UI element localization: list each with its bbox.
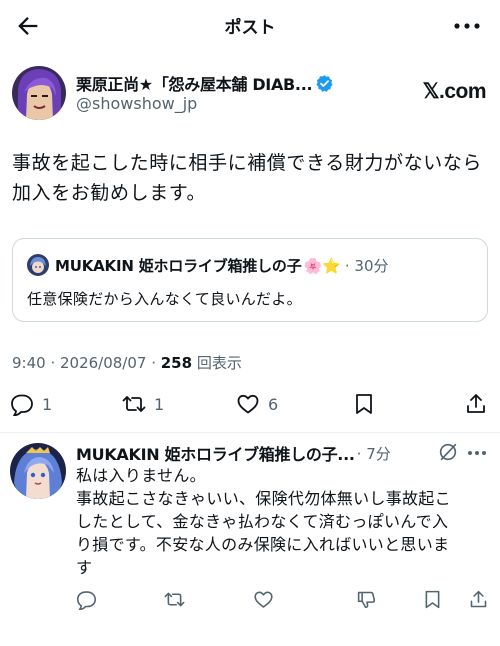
reply-avatar[interactable] bbox=[10, 443, 66, 499]
more-options-icon[interactable] bbox=[452, 12, 482, 40]
reply-text-line: 私は入りません。 bbox=[76, 466, 206, 485]
reply-text-line: したとして、金なきゃ払わなくて済むっぽいんで入 bbox=[76, 512, 449, 531]
author-avatar[interactable] bbox=[12, 66, 66, 120]
heart-icon bbox=[237, 394, 259, 414]
reply-bookmark-button[interactable] bbox=[422, 589, 443, 614]
post-text-line: 加入をお勧めします。 bbox=[12, 182, 207, 204]
bookmark-icon bbox=[356, 394, 372, 414]
reply-action-bar bbox=[0, 589, 500, 615]
share-button[interactable] bbox=[464, 388, 488, 420]
repost-icon bbox=[122, 396, 146, 412]
share-icon bbox=[470, 590, 487, 608]
reply-more-icon[interactable] bbox=[466, 445, 488, 461]
post-author: 栗原正尚★「怨み屋本舗 DIAB... @showshow_jp 𝕏.com bbox=[12, 64, 488, 122]
like-count: 6 bbox=[268, 394, 279, 414]
repost-count: 1 bbox=[154, 394, 165, 414]
reply-text-line: 事故起こさなきゃいい、保険代勿体無いし事故起こ bbox=[76, 489, 451, 508]
views-label: 回表示 bbox=[192, 354, 242, 372]
repost-button[interactable]: 1 bbox=[122, 388, 164, 420]
reply-time: · 7分 bbox=[356, 444, 391, 463]
reply-like-button[interactable] bbox=[253, 589, 274, 614]
quote-time: · 30分 bbox=[344, 257, 389, 275]
quote-author-name: MUKAKIN 姫ホロライブ箱推しの子 bbox=[55, 257, 302, 275]
reply-downvote-button[interactable] bbox=[356, 589, 377, 614]
reply-share-button[interactable] bbox=[468, 589, 489, 614]
like-button[interactable]: 6 bbox=[236, 388, 278, 420]
reply-button[interactable]: 1 bbox=[10, 388, 52, 420]
views-count: 258 bbox=[160, 354, 193, 372]
reply-text-line: り損です。不安な人のみ保険に入ればいいと思いま bbox=[76, 535, 450, 554]
post-meta: 9:40 · 2026/08/07 · 258 回表示 bbox=[12, 352, 242, 373]
post-text-line: 事故を起こした時に相手に補償できる財力がないなら bbox=[12, 152, 483, 174]
page-title: ポスト bbox=[224, 18, 276, 38]
quote-author-emojis: 🌸⭐ bbox=[303, 256, 341, 275]
grok-icon[interactable] bbox=[437, 441, 459, 463]
bookmark-button[interactable] bbox=[352, 388, 376, 420]
post-body: 事故を起こした時に相手に補償できる財力がないなら 加入をお勧めします。 bbox=[12, 148, 488, 208]
quote-avatar bbox=[27, 254, 49, 276]
top-bar: ポスト bbox=[0, 0, 500, 52]
post-action-bar: 1 1 6 bbox=[0, 388, 500, 420]
post-timestamp[interactable]: 9:40 · 2026/08/07 · bbox=[12, 354, 161, 372]
thumbs-down-icon bbox=[357, 591, 376, 609]
author-handle[interactable]: @showshow_jp bbox=[76, 94, 197, 113]
reply-author-name[interactable]: MUKAKIN 姫ホロライブ箱推しの子... bbox=[76, 441, 355, 465]
x-com-logo[interactable]: 𝕏.com bbox=[423, 79, 487, 104]
repost-icon bbox=[164, 592, 185, 607]
author-name[interactable]: 栗原正尚★「怨み屋本舗 DIAB... bbox=[76, 71, 313, 95]
reply-icon bbox=[11, 394, 33, 416]
reply-icon bbox=[76, 591, 97, 611]
quoted-post-card[interactable]: MUKAKIN 姫ホロライブ箱推しの子 🌸⭐ · 30分 任意保険だから入んなく… bbox=[12, 238, 488, 322]
verified-badge-icon bbox=[316, 74, 333, 92]
reply-repost-button[interactable] bbox=[164, 589, 185, 614]
reply-post[interactable]: MUKAKIN 姫ホロライブ箱推しの子... · 7分 私は入りません。 事故起… bbox=[0, 433, 500, 646]
reply-text: 私は入りません。 事故起こさなきゃいい、保険代勿体無いし事故起こ したとして、金… bbox=[76, 464, 490, 579]
quote-text: 任意保険だから入んなくて良いんだよ。 bbox=[27, 290, 302, 308]
heart-icon bbox=[254, 591, 273, 608]
share-icon bbox=[467, 394, 485, 413]
reply-text-line: す bbox=[76, 558, 93, 577]
reply-count: 1 bbox=[42, 394, 53, 414]
reply-reply-button[interactable] bbox=[76, 589, 97, 614]
bookmark-icon bbox=[425, 590, 440, 609]
